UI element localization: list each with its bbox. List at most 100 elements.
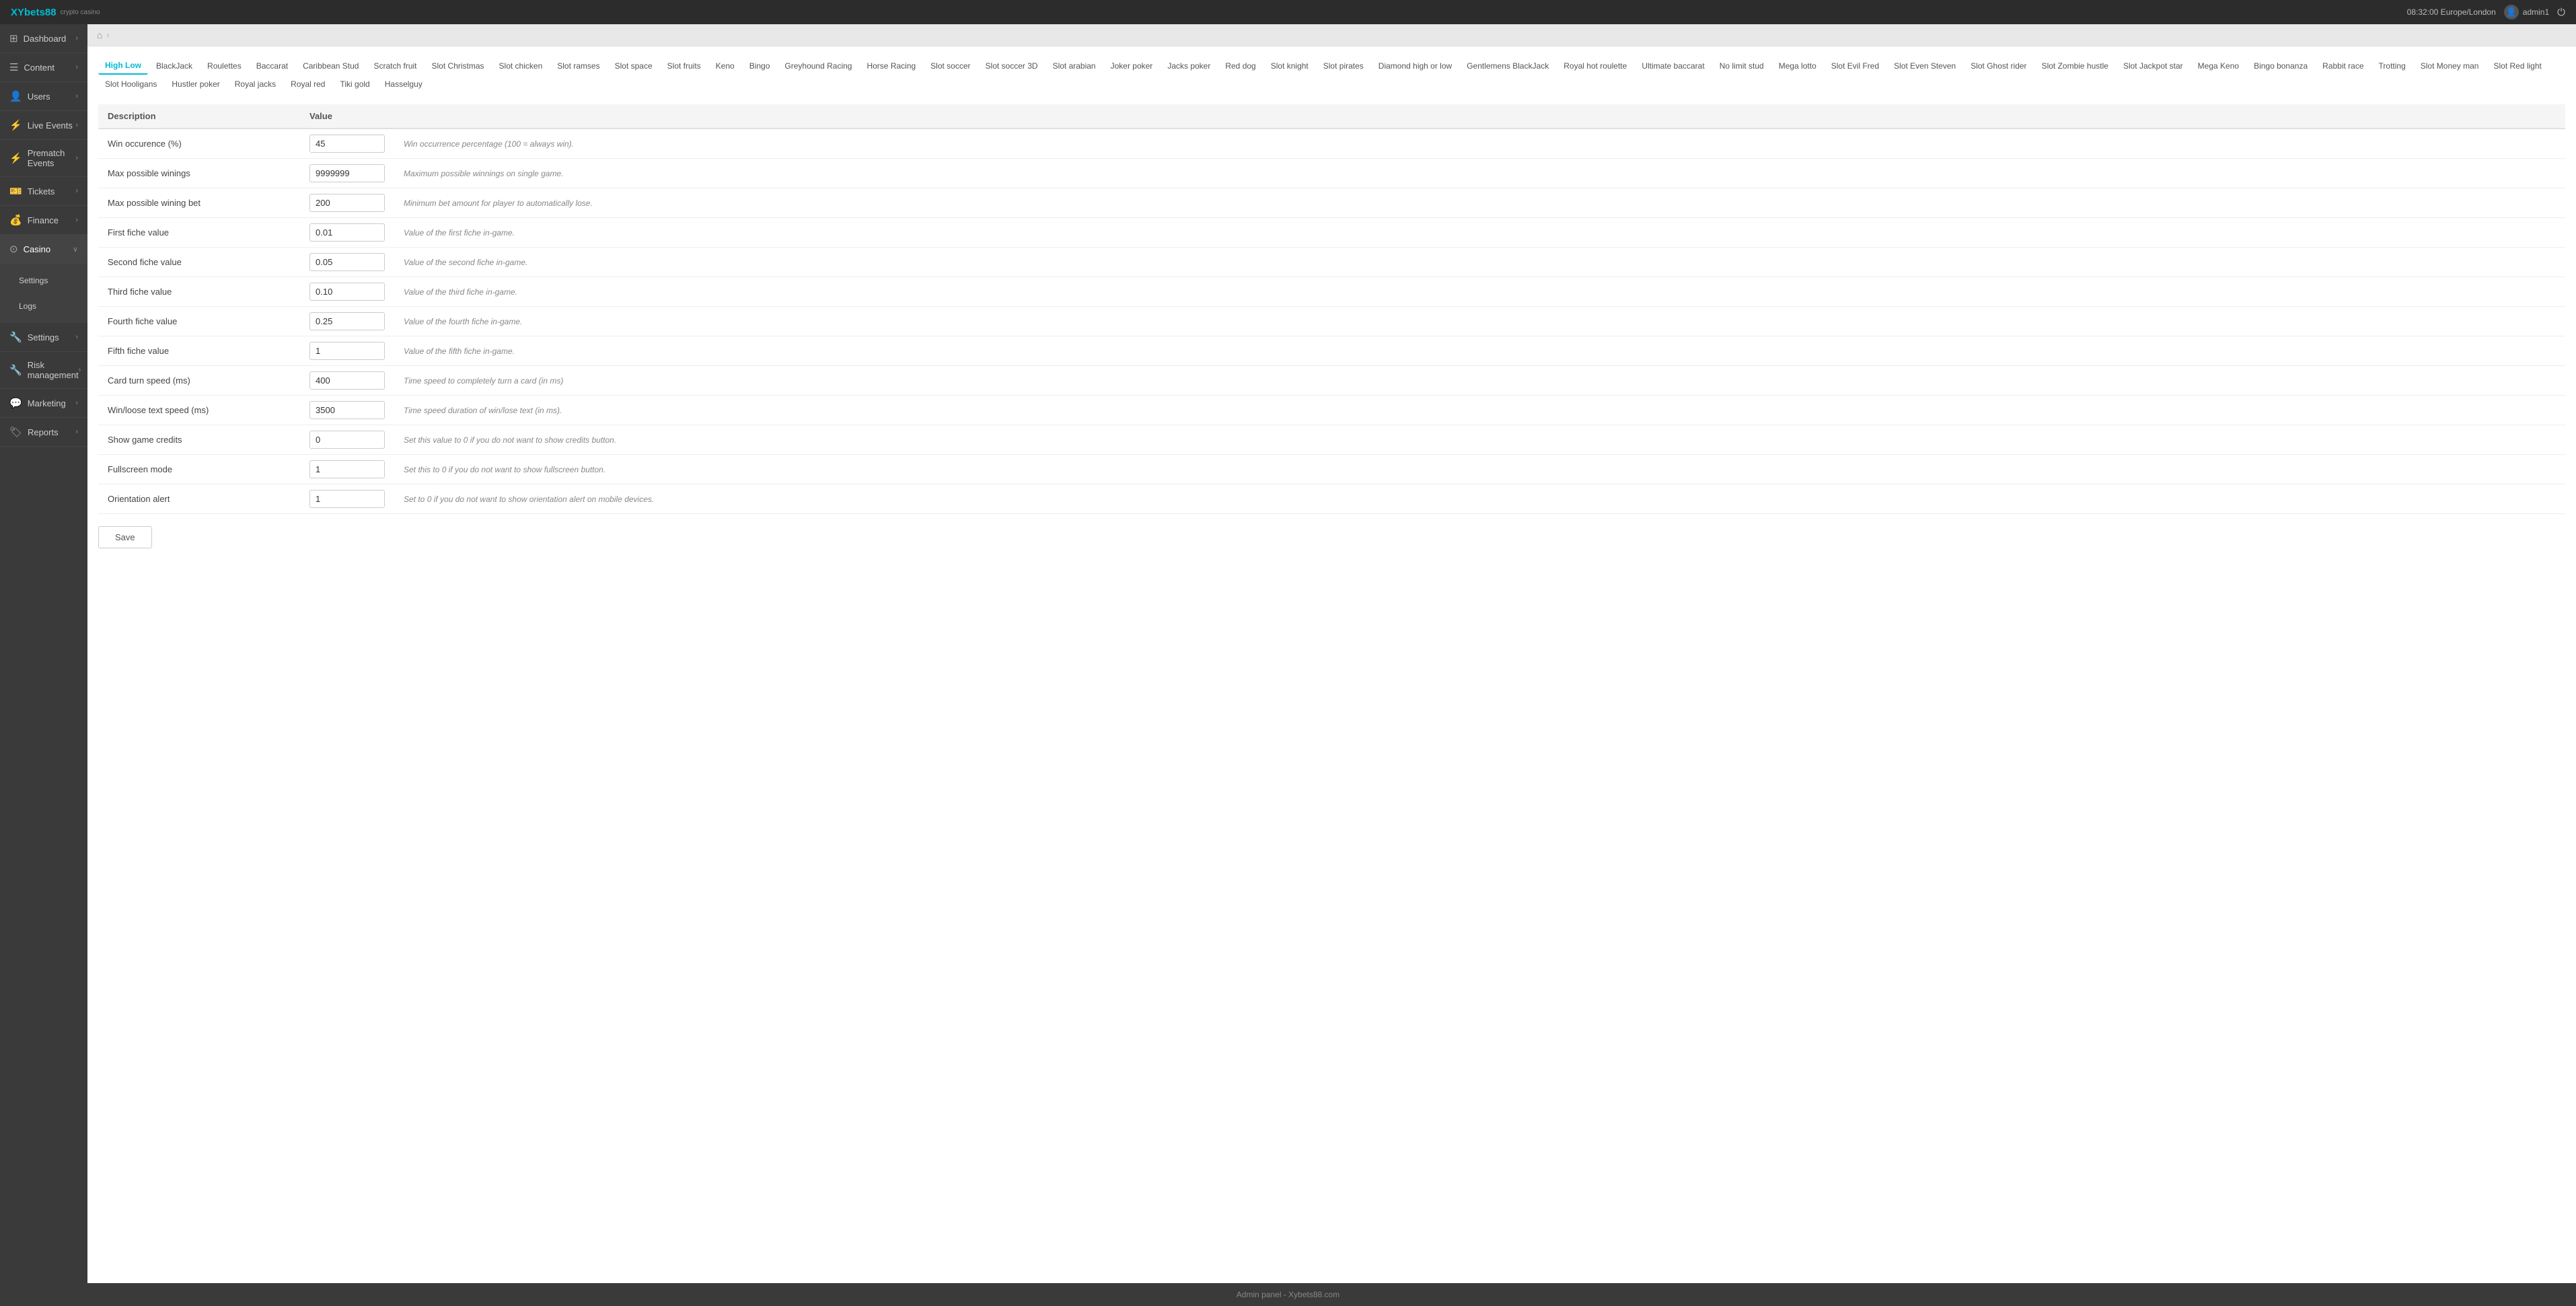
chevron-right-icon: › bbox=[75, 216, 78, 224]
game-tab-red-dog[interactable]: Red dog bbox=[1218, 57, 1262, 75]
sidebar-item-dashboard[interactable]: ⊞ Dashboard › bbox=[0, 24, 87, 53]
sidebar-item-users[interactable]: 👤 Users › bbox=[0, 82, 87, 111]
game-tab-slot-evil-fred[interactable]: Slot Evil Fred bbox=[1825, 57, 1886, 75]
game-tab-ultimate-baccarat[interactable]: Ultimate baccarat bbox=[1635, 57, 1711, 75]
sidebar-item-label: Casino bbox=[24, 244, 50, 254]
home-icon[interactable]: ⌂ bbox=[97, 30, 102, 40]
row-description: Max possible winings bbox=[98, 159, 300, 188]
sidebar-item-casino[interactable]: ⊙ Casino ∨ bbox=[0, 235, 87, 264]
game-tab-mega-keno[interactable]: Mega Keno bbox=[2191, 57, 2246, 75]
game-tab-slot-chicken[interactable]: Slot chicken bbox=[492, 57, 550, 75]
game-tab-horse-racing[interactable]: Horse Racing bbox=[860, 57, 922, 75]
dashboard-icon: ⊞ bbox=[9, 32, 18, 44]
row-description: Second fiche value bbox=[98, 248, 300, 277]
game-tab-slot-soccer-3d[interactable]: Slot soccer 3D bbox=[979, 57, 1045, 75]
game-tab-bingo[interactable]: Bingo bbox=[743, 57, 777, 75]
game-tab-rabbit-race[interactable]: Rabbit race bbox=[2316, 57, 2370, 75]
sidebar-item-content[interactable]: ☰ Content › bbox=[0, 53, 87, 82]
game-tab-slot-fruits[interactable]: Slot fruits bbox=[661, 57, 708, 75]
game-tab-slot-arabian[interactable]: Slot arabian bbox=[1046, 57, 1103, 75]
game-tab-royal-jacks[interactable]: Royal jacks bbox=[228, 76, 283, 92]
sidebar-item-casino-logs[interactable]: Logs bbox=[0, 293, 87, 319]
value-input-9[interactable] bbox=[309, 401, 385, 419]
game-tab-keno[interactable]: Keno bbox=[709, 57, 741, 75]
game-tab-slot-space[interactable]: Slot space bbox=[608, 57, 659, 75]
game-tab-slot-jackpot-star[interactable]: Slot Jackpot star bbox=[2117, 57, 2190, 75]
settings-table: Description Value Win occurence (%)Win o… bbox=[98, 104, 2565, 514]
topbar-user: 👤 admin1 bbox=[2504, 5, 2549, 20]
value-input-7[interactable] bbox=[309, 342, 385, 360]
game-tab-hasselguy[interactable]: Hasselguy bbox=[378, 76, 429, 92]
game-tab-baccarat[interactable]: Baccarat bbox=[250, 57, 295, 75]
game-tab-slot-ramses[interactable]: Slot ramses bbox=[550, 57, 606, 75]
game-tab-royal-hot-roulette[interactable]: Royal hot roulette bbox=[1557, 57, 1633, 75]
game-tab-slot-soccer[interactable]: Slot soccer bbox=[924, 57, 977, 75]
game-tab-diamond-high-or-low[interactable]: Diamond high or low bbox=[1372, 57, 1459, 75]
game-tab-gentlemens-blackjack[interactable]: Gentlemens BlackJack bbox=[1460, 57, 1555, 75]
game-tab-high-low[interactable]: High Low bbox=[98, 57, 148, 75]
game-tab-royal-red[interactable]: Royal red bbox=[284, 76, 332, 92]
col-value: Value bbox=[300, 104, 394, 129]
table-row: Fullscreen modeSet this to 0 if you do n… bbox=[98, 455, 2565, 484]
chevron-right-icon: › bbox=[75, 121, 78, 129]
game-tab-scratch-fruit[interactable]: Scratch fruit bbox=[367, 57, 423, 75]
game-tab-blackjack[interactable]: BlackJack bbox=[149, 57, 199, 75]
game-tab-slot-christmas[interactable]: Slot Christmas bbox=[425, 57, 491, 75]
topbar-right: 08:32:00 Europe/London 👤 admin1 ⏻ bbox=[2407, 5, 2565, 20]
game-tab-slot-ghost-rider[interactable]: Slot Ghost rider bbox=[1964, 57, 2033, 75]
main-content: ⌂ › High LowBlackJackRoulettesBaccaratCa… bbox=[87, 24, 2576, 1283]
value-input-0[interactable] bbox=[309, 135, 385, 153]
game-tab-slot-even-steven[interactable]: Slot Even Steven bbox=[1887, 57, 1962, 75]
game-tab-roulettes[interactable]: Roulettes bbox=[200, 57, 248, 75]
chevron-right-icon: › bbox=[79, 366, 81, 374]
save-button[interactable]: Save bbox=[98, 526, 152, 548]
sidebar-item-casino-settings[interactable]: Settings bbox=[0, 268, 87, 293]
game-tab-trotting[interactable]: Trotting bbox=[2372, 57, 2413, 75]
value-input-10[interactable] bbox=[309, 431, 385, 449]
sidebar-item-tickets[interactable]: 🎫 Tickets › bbox=[0, 177, 87, 206]
game-tab-slot-zombie-hustle[interactable]: Slot Zombie hustle bbox=[2035, 57, 2115, 75]
chevron-right-icon: › bbox=[75, 63, 78, 71]
game-tab-jacks-poker[interactable]: Jacks poker bbox=[1161, 57, 1217, 75]
sidebar-item-live-events[interactable]: ⚡ Live Events › bbox=[0, 111, 87, 140]
sidebar-item-prematch[interactable]: ⚡ Prematch Events › bbox=[0, 140, 87, 177]
game-tab-slot-knight[interactable]: Slot knight bbox=[1264, 57, 1315, 75]
marketing-icon: 💬 bbox=[9, 397, 22, 409]
casino-icon: ⊙ bbox=[9, 243, 18, 255]
footer-text: Admin panel - Xybets88.com bbox=[1237, 1290, 1339, 1299]
game-tab-greyhound-racing[interactable]: Greyhound Racing bbox=[778, 57, 858, 75]
logo: XYbets88 crypto casino bbox=[11, 7, 100, 18]
table-row: Card turn speed (ms)Time speed to comple… bbox=[98, 366, 2565, 396]
value-input-5[interactable] bbox=[309, 283, 385, 301]
sidebar-item-settings[interactable]: 🔧 Settings › bbox=[0, 323, 87, 352]
sidebar-item-finance[interactable]: 💰 Finance › bbox=[0, 206, 87, 235]
sidebar-item-risk[interactable]: 🔧 Risk management › bbox=[0, 352, 87, 389]
logout-icon[interactable]: ⏻ bbox=[2557, 7, 2565, 18]
game-tab-slot-hooligans[interactable]: Slot Hooligans bbox=[98, 76, 163, 92]
game-tab-caribbean-stud[interactable]: Caribbean Stud bbox=[296, 57, 365, 75]
value-input-11[interactable] bbox=[309, 460, 385, 478]
value-input-1[interactable] bbox=[309, 164, 385, 182]
sidebar-item-reports[interactable]: 🏷 Reports › bbox=[0, 418, 87, 447]
value-input-12[interactable] bbox=[309, 490, 385, 508]
game-tab-slot-money-man[interactable]: Slot Money man bbox=[2414, 57, 2486, 75]
game-tab-no-limit-stud[interactable]: No limit stud bbox=[1713, 57, 1771, 75]
row-description: First fiche value bbox=[98, 218, 300, 248]
value-input-8[interactable] bbox=[309, 371, 385, 390]
sidebar-item-marketing[interactable]: 💬 Marketing › bbox=[0, 389, 87, 418]
value-input-6[interactable] bbox=[309, 312, 385, 330]
game-tab-tiki-gold[interactable]: Tiki gold bbox=[333, 76, 376, 92]
game-tab-slot-red-light[interactable]: Slot Red light bbox=[2487, 57, 2548, 75]
value-input-2[interactable] bbox=[309, 194, 385, 212]
game-tab-slot-pirates[interactable]: Slot pirates bbox=[1317, 57, 1370, 75]
row-description: Fullscreen mode bbox=[98, 455, 300, 484]
row-hint: Time speed to completely turn a card (in… bbox=[394, 366, 2565, 396]
game-tab-mega-lotto[interactable]: Mega lotto bbox=[1772, 57, 1823, 75]
value-input-3[interactable] bbox=[309, 223, 385, 242]
game-tab-bingo-bonanza[interactable]: Bingo bonanza bbox=[2247, 57, 2314, 75]
game-tab-hustler-poker[interactable]: Hustler poker bbox=[165, 76, 226, 92]
row-hint: Value of the fourth fiche in-game. bbox=[394, 307, 2565, 336]
value-input-4[interactable] bbox=[309, 253, 385, 271]
game-tab-joker-poker[interactable]: Joker poker bbox=[1104, 57, 1160, 75]
sidebar-item-label: Prematch Events bbox=[28, 148, 76, 168]
